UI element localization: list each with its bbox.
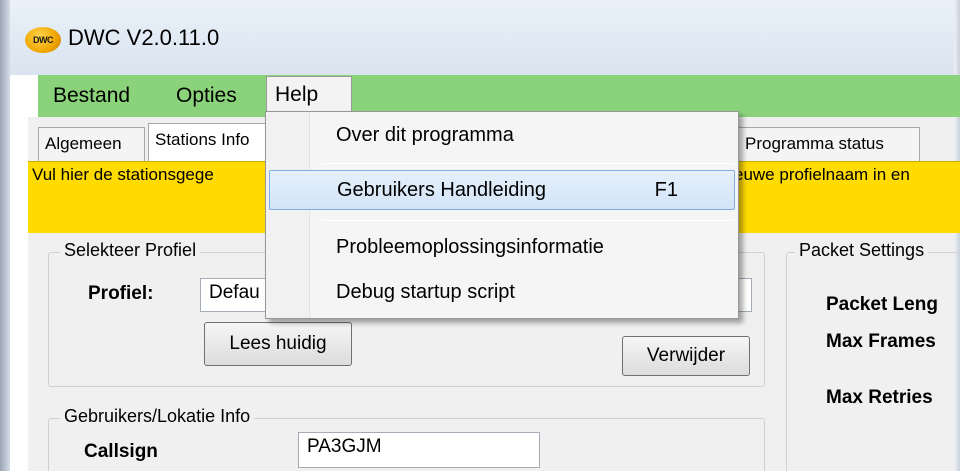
packet-length-label: Packet Leng xyxy=(826,294,938,315)
tab-algemeen[interactable]: Algemeen xyxy=(38,127,145,161)
tab-programma-status[interactable]: Programma status xyxy=(738,127,920,161)
menu-item-troubleshooting-label: Probleemoplossingsinformatie xyxy=(336,236,604,258)
user-info-group-title: Gebruikers/Lokatie Info xyxy=(60,406,255,427)
read-current-button[interactable]: Lees huidig xyxy=(204,322,352,366)
profile-select-value: Defau xyxy=(209,282,260,303)
app-logo-text: DWC xyxy=(33,35,54,45)
help-dropdown-menu: Over dit programma Gebruikers Handleidin… xyxy=(265,111,739,319)
profile-label: Profiel: xyxy=(88,283,154,304)
delete-button[interactable]: Verwijder xyxy=(622,336,750,376)
callsign-label: Callsign xyxy=(84,441,158,462)
window-left-border xyxy=(0,0,10,471)
callsign-value: PA3GJM xyxy=(307,436,382,457)
max-retries-label: Max Retries xyxy=(826,387,933,408)
menu-item-debug-startup-label: Debug startup script xyxy=(336,281,515,303)
tab-stations-info[interactable]: Stations Info xyxy=(148,123,268,161)
menu-separator xyxy=(322,220,734,221)
instruction-text-left: Vul hier de stationsgege xyxy=(32,165,214,184)
menu-item-debug-startup[interactable]: Debug startup script xyxy=(266,273,738,313)
app-logo-icon: DWC xyxy=(25,27,61,53)
menu-item-about-label: Over dit programma xyxy=(336,124,514,146)
callsign-field[interactable]: PA3GJM xyxy=(298,432,540,468)
menu-item-about[interactable]: Over dit programma xyxy=(266,116,738,156)
profile-group-title: Selekteer Profiel xyxy=(60,240,201,261)
menu-item-user-manual-label: Gebruikers Handleiding xyxy=(337,179,547,201)
instruction-text-right: euwe profielnaam in en xyxy=(734,165,910,184)
menu-opties[interactable]: Opties xyxy=(168,78,245,114)
menu-item-user-manual-shortcut: F1 xyxy=(654,179,678,201)
window-title: DWC V2.0.11.0 xyxy=(68,25,220,50)
menu-item-troubleshooting[interactable]: Probleemoplossingsinformatie xyxy=(266,228,738,268)
packet-group-title: Packet Settings xyxy=(795,240,929,261)
max-frames-label: Max Frames xyxy=(826,331,936,352)
menu-item-user-manual[interactable]: Gebruikers Handleiding F1 xyxy=(269,170,735,210)
packet-groupbox xyxy=(786,252,960,471)
menu-bestand[interactable]: Bestand xyxy=(45,78,138,114)
menu-help[interactable]: Help xyxy=(266,76,352,114)
menu-separator xyxy=(322,163,734,164)
